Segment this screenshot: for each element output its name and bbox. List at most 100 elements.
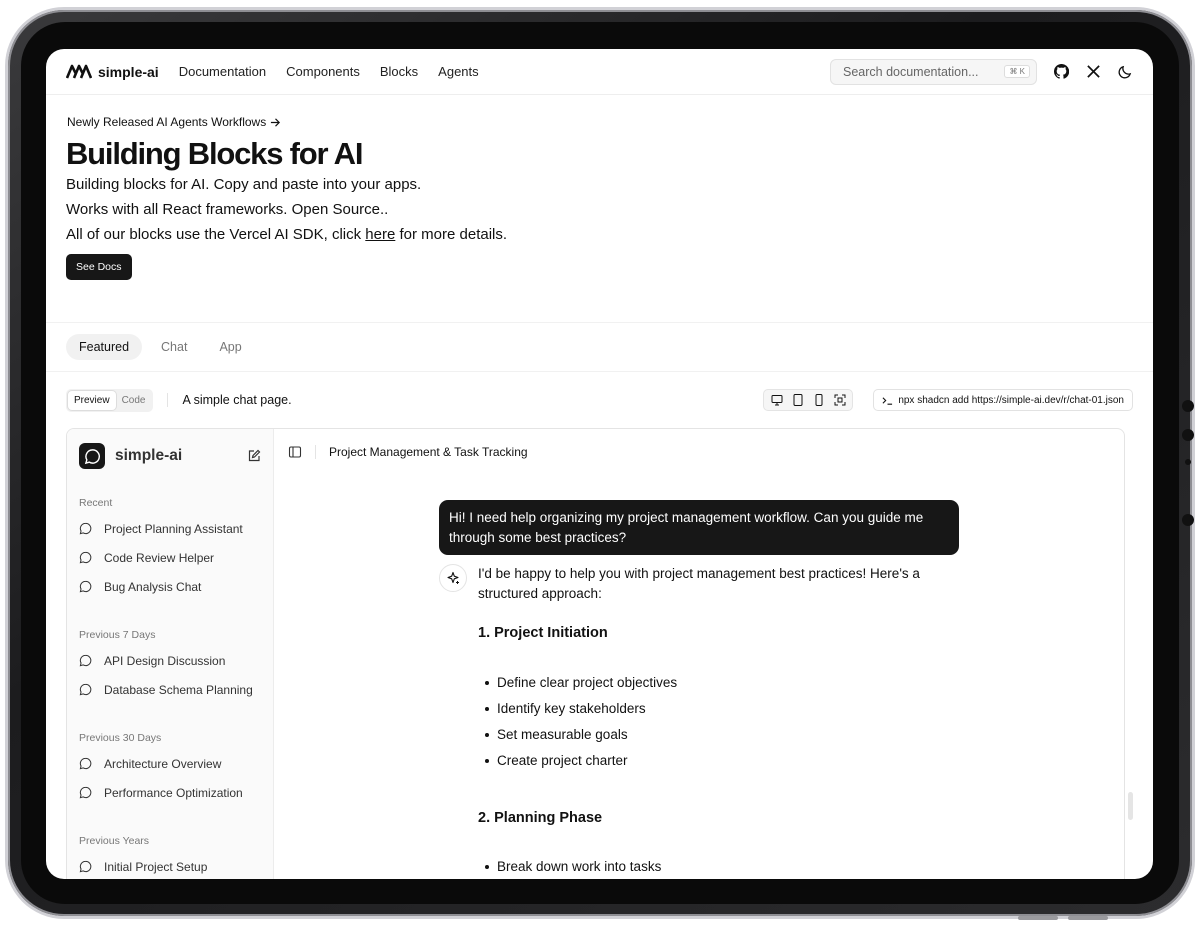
hero-line-2: Works with all React frameworks. Open So…: [66, 201, 389, 219]
brand-logo[interactable]: simple-ai: [66, 64, 159, 80]
message-circle-icon: [79, 860, 92, 873]
reply-section-title: 1. Project Initiation: [478, 625, 608, 641]
tablet-frame: simple-ai Documentation Components Block…: [8, 10, 1194, 920]
sidebar-item-label: Code Review Helper: [104, 550, 215, 565]
nav-agents[interactable]: Agents: [438, 64, 478, 79]
message-circle-icon: [79, 683, 92, 696]
sidebar-group-label: Previous 7 Days: [79, 629, 156, 641]
block-tabs: Featured Chat App: [46, 323, 1153, 372]
header-actions: Search documentation... ⌘ K: [830, 58, 1133, 85]
sidebar-title: simple-ai: [115, 447, 183, 464]
list-item: Break down work into tasks: [485, 854, 948, 879]
sidebar-item[interactable]: Architecture Overview: [79, 749, 261, 778]
terminal-icon: [882, 396, 893, 405]
scrollbar[interactable]: [1128, 792, 1133, 820]
header-divider: [315, 444, 316, 459]
nav-documentation[interactable]: Documentation: [179, 64, 266, 79]
sidebar-group-label: Previous 30 Days: [79, 732, 162, 744]
desktop-icon[interactable]: [768, 392, 785, 408]
list-item: Define clear project objectives: [485, 670, 948, 696]
message-circle-icon: [79, 654, 92, 667]
sparkles-icon: [439, 564, 467, 592]
tab-featured[interactable]: Featured: [66, 334, 143, 360]
user-message: Hi! I need help organizing my project ma…: [439, 500, 959, 555]
preview-toggle[interactable]: Preview: [68, 390, 116, 410]
sidebar-item-label: Project Planning Assistant: [104, 521, 243, 536]
moon-icon[interactable]: [1117, 64, 1133, 80]
top-header: simple-ai Documentation Components Block…: [46, 49, 1153, 95]
reply-section-title: 2. Planning Phase: [478, 809, 603, 826]
announcement-link[interactable]: Newly Released AI Agents Workflows: [67, 115, 1133, 129]
reply-list: Define clear project objectives Identify…: [485, 670, 948, 774]
sidebar-group-label: Recent: [79, 497, 113, 509]
reply-intro: I'd be happy to help you with project ma…: [478, 566, 920, 601]
sidebar-group-7-days: Previous 7 Days API Design Discussion Da…: [79, 629, 261, 704]
message-circle-icon: [79, 786, 92, 799]
hero-line-3-after: for more details.: [395, 226, 508, 244]
code-toggle[interactable]: Code: [116, 391, 152, 410]
tab-app[interactable]: App: [206, 334, 254, 360]
sidebar-item[interactable]: Performance Optimization: [79, 778, 261, 807]
side-dot: [1182, 429, 1194, 441]
mobile-icon[interactable]: [810, 392, 827, 408]
x-twitter-icon[interactable]: [1085, 64, 1101, 80]
device-toggle: [763, 389, 854, 411]
github-icon[interactable]: [1053, 64, 1069, 80]
install-command-text: npx shadcn add https://simple-ai.dev/r/c…: [898, 394, 1124, 406]
sidebar-item[interactable]: Bug Analysis Chat: [79, 572, 261, 601]
search-placeholder: Search documentation...: [843, 64, 979, 79]
tab-chat[interactable]: Chat: [148, 334, 200, 360]
page-title: Building Blocks for AI: [66, 136, 363, 171]
sidebar-item-label: Architecture Overview: [104, 756, 222, 771]
main-nav: Documentation Components Blocks Agents: [179, 64, 479, 79]
arrow-right-icon: [271, 117, 281, 127]
list-item: Set measurable goals: [485, 722, 948, 748]
sidebar-item[interactable]: Project Planning Assistant: [79, 514, 261, 543]
sidebar-item-label: API Design Discussion: [104, 653, 226, 668]
screen: simple-ai Documentation Components Block…: [46, 49, 1153, 879]
side-dot: [1182, 514, 1194, 526]
search-shortcut: ⌘ K: [1004, 65, 1030, 78]
sidebar-item[interactable]: Initial Project Setup: [79, 852, 261, 879]
hero-section: Newly Released AI Agents Workflows Build…: [46, 95, 1153, 323]
tablet-icon[interactable]: [789, 392, 806, 408]
sidebar-item-label: Database Schema Planning: [104, 682, 253, 697]
sidebar-group-label: Previous Years: [79, 835, 150, 847]
side-dot: [1182, 400, 1194, 412]
nav-blocks[interactable]: Blocks: [380, 64, 418, 79]
reply-list: Break down work into tasks: [485, 854, 948, 879]
install-command[interactable]: npx shadcn add https://simple-ai.dev/r/c…: [873, 389, 1133, 411]
search-input[interactable]: Search documentation... ⌘ K: [830, 58, 1037, 85]
nav-components[interactable]: Components: [286, 64, 360, 79]
chat-panel: Project Management & Task Tracking Hi! I…: [274, 429, 1124, 879]
view-toggle: Preview Code: [66, 388, 154, 412]
preview-toolbar: Preview Code A simple chat page. npx sha…: [46, 372, 1153, 428]
sidebar-group-30-days: Previous 30 Days Architecture Overview P…: [79, 732, 261, 807]
hero-line-3: All of our blocks use the Vercel AI SDK,…: [66, 226, 1133, 243]
message-circle-icon: [79, 580, 92, 593]
list-item: Identify key stakeholders: [485, 696, 948, 722]
hero-line-1: Building blocks for AI. Copy and paste i…: [66, 176, 422, 194]
chat-header: Project Management & Task Tracking: [274, 429, 1124, 474]
volume-button: [1018, 916, 1058, 920]
sidebar-item[interactable]: Code Review Helper: [79, 543, 261, 572]
sidebar-item-label: Bug Analysis Chat: [104, 579, 202, 594]
sidebar-header: simple-ai: [79, 443, 261, 469]
sidebar-item[interactable]: Database Schema Planning: [79, 675, 261, 704]
message-circle-icon: [79, 757, 92, 770]
brand-name: simple-ai: [98, 63, 159, 80]
here-link[interactable]: here: [365, 226, 395, 243]
fullscreen-icon[interactable]: [831, 392, 848, 408]
sidebar-item[interactable]: API Design Discussion: [79, 646, 261, 675]
see-docs-button[interactable]: See Docs: [66, 254, 132, 281]
block-description: A simple chat page.: [167, 393, 292, 407]
new-chat-icon[interactable]: [247, 449, 261, 463]
chat-sidebar: simple-ai Recent Project Planning Assist…: [67, 429, 274, 879]
block-preview: simple-ai Recent Project Planning Assist…: [66, 428, 1125, 879]
announcement-text: Newly Released AI Agents Workflows: [67, 115, 267, 129]
sidebar-toggle-icon[interactable]: [288, 445, 302, 459]
sidebar-item-label: Initial Project Setup: [104, 859, 208, 874]
sidebar-group-years: Previous Years Initial Project Setup: [79, 835, 261, 879]
sidebar-group-recent: Recent Project Planning Assistant Code R…: [79, 497, 261, 601]
chat-logo-icon: [79, 443, 105, 469]
